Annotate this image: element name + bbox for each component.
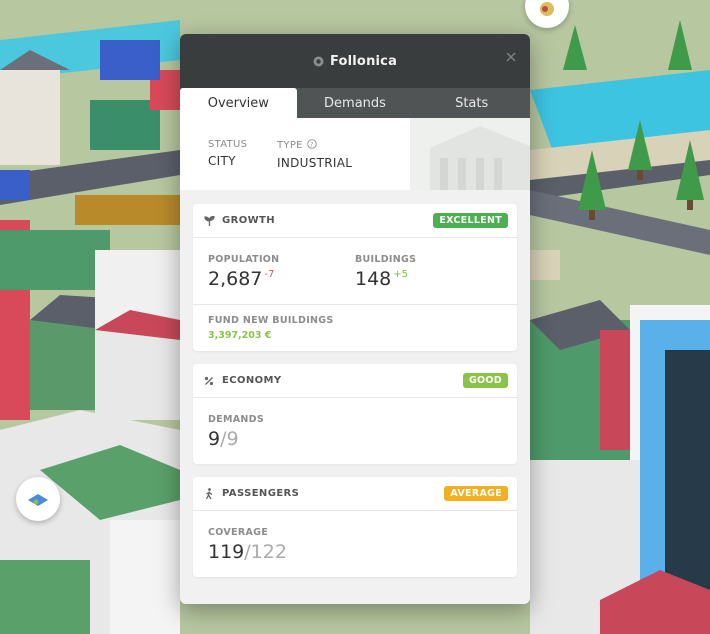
growth-badge: EXCELLENT xyxy=(433,213,508,228)
walking-person-icon xyxy=(203,487,215,500)
city-panel: Follonica Overview Demands Stats STATUS … xyxy=(180,34,530,604)
close-icon xyxy=(506,52,516,62)
type-label: TYPE xyxy=(277,140,303,151)
coverage-label: COVERAGE xyxy=(208,527,268,538)
growth-card: GROWTH EXCELLENT POPULATION 2,687 -7 BUIL… xyxy=(193,204,517,351)
population-value: 2,687 xyxy=(208,268,263,290)
tab-stats[interactable]: Stats xyxy=(413,88,530,118)
economy-badge: GOOD xyxy=(462,373,508,388)
help-icon[interactable]: ? xyxy=(306,139,317,152)
city-icon xyxy=(313,52,324,71)
status-label: STATUS xyxy=(208,139,248,150)
city-info: STATUS CITY TYPE ? INDUSTRIAL xyxy=(180,118,530,190)
type-label-row: TYPE ? xyxy=(277,139,352,152)
status-value: CITY xyxy=(208,154,236,168)
panel-header: Follonica xyxy=(180,34,530,88)
passengers-title: PASSENGERS xyxy=(222,488,300,499)
sprout-icon xyxy=(203,215,215,227)
stat-cards: GROWTH EXCELLENT POPULATION 2,687 -7 BUIL… xyxy=(180,190,530,577)
demands-total: /9 xyxy=(220,428,239,450)
city-title: Follonica xyxy=(329,53,398,69)
buildings-value: 148 xyxy=(355,268,392,290)
population-label: POPULATION xyxy=(208,254,280,265)
economy-title: ECONOMY xyxy=(222,375,282,386)
demands-value: 9 xyxy=(208,428,221,450)
close-button[interactable] xyxy=(504,50,518,64)
economy-card: ECONOMY GOOD DEMANDS 9/9 xyxy=(193,364,517,464)
fund-new-buildings[interactable]: FUND NEW BUILDINGS 3,397,203 € xyxy=(193,304,517,351)
demands-label: DEMANDS xyxy=(208,414,264,425)
tab-overview[interactable]: Overview xyxy=(180,88,297,118)
fund-label: FUND NEW BUILDINGS xyxy=(208,315,334,326)
fund-value: 3,397,203 € xyxy=(208,330,272,341)
buildings-delta: +5 xyxy=(393,269,409,280)
tab-bar: Overview Demands Stats xyxy=(180,88,530,118)
population-delta: -7 xyxy=(264,269,275,280)
svg-text:?: ? xyxy=(310,141,314,149)
city-hall-illustration xyxy=(410,118,530,190)
type-value: INDUSTRIAL xyxy=(277,156,353,170)
passengers-badge: AVERAGE xyxy=(444,486,508,501)
passengers-card: PASSENGERS AVERAGE COVERAGE 119/122 xyxy=(193,477,517,577)
buildings-label: BUILDINGS xyxy=(355,254,417,265)
station-marker-icon[interactable] xyxy=(16,477,60,521)
tab-demands[interactable]: Demands xyxy=(297,88,414,118)
growth-title: GROWTH xyxy=(222,215,276,226)
coverage-value: 119 xyxy=(208,541,245,563)
percent-icon xyxy=(203,375,215,387)
coverage-total: /122 xyxy=(244,541,287,563)
